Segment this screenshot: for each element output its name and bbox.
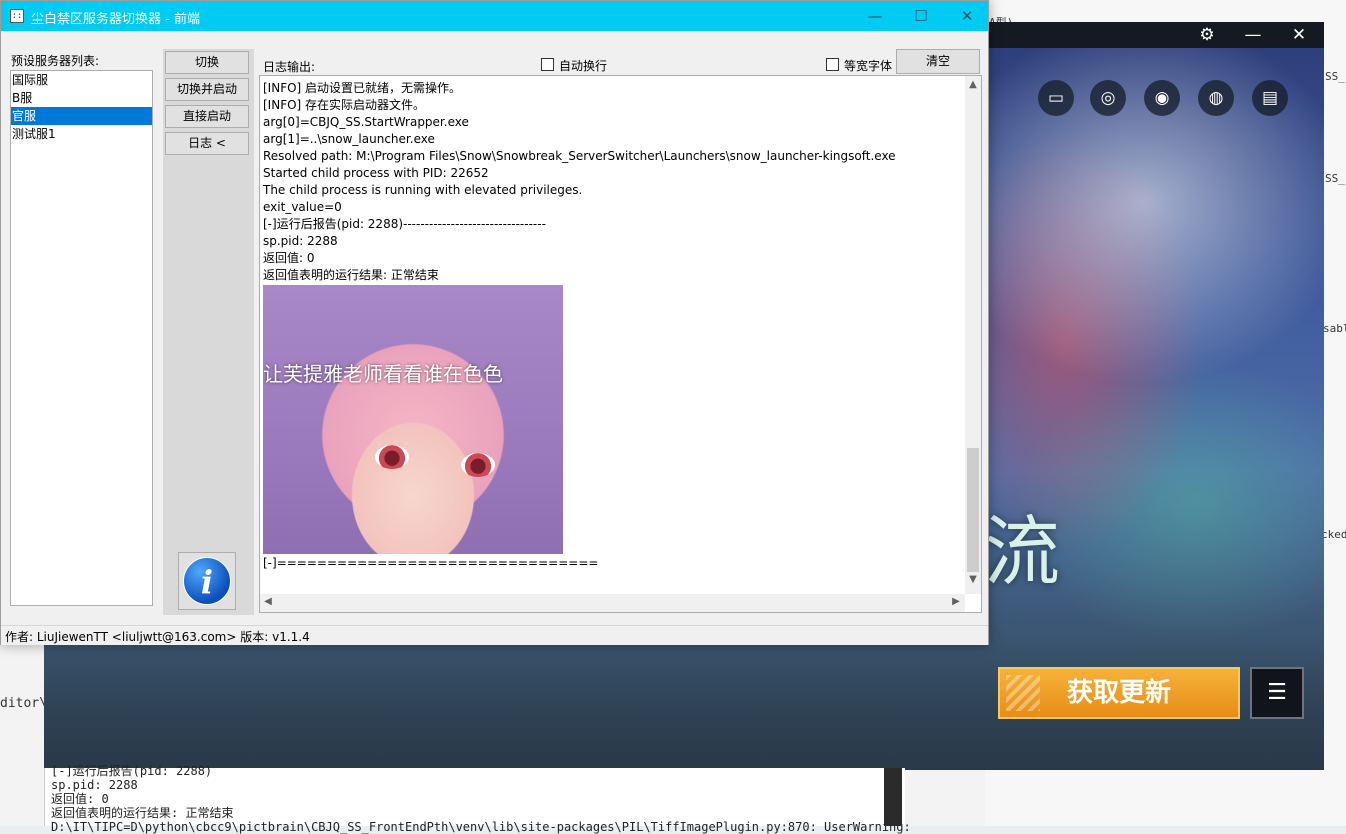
character-eye (375, 445, 409, 469)
weibo-icon[interactable]: ◍ (1198, 80, 1234, 116)
log-line: 返回值: 0 (263, 251, 315, 265)
server-item[interactable]: 国际服 (11, 71, 152, 89)
log-output[interactable]: [INFO] 启动设置已就绪，无需操作。 [INFO] 存在实际启动器文件。 a… (259, 75, 982, 613)
log-label: 日志输出: (263, 60, 316, 74)
close-button[interactable]: ✕ (944, 1, 990, 31)
log-line: exit_value=0 (263, 200, 342, 214)
log-toggle-button[interactable]: 日志 < (165, 132, 249, 155)
console-line: 返回值表明的运行结果: 正常结束 (51, 806, 234, 820)
minimize-icon[interactable]: — (1242, 25, 1264, 45)
horizontal-scrollbar[interactable]: ◀ ▶ (260, 594, 965, 612)
scroll-left-icon[interactable]: ◀ (260, 596, 276, 607)
switch-button[interactable]: 切换 (165, 51, 249, 74)
server-item[interactable]: B服 (11, 89, 152, 107)
log-line: Resolved path: M:\Program Files\Snow\Sno… (263, 149, 896, 163)
action-button-panel: 切换 切换并启动 直接启动 日志 < i (163, 49, 254, 615)
monitor-icon[interactable]: ▭ (1038, 80, 1074, 116)
background-scrollbar (884, 768, 902, 826)
log-line: arg[1]=..\snow_launcher.exe (263, 132, 435, 146)
edge-text: sabl (1323, 322, 1346, 335)
auto-wrap-label: 自动换行 (559, 59, 608, 73)
monospace-checkbox[interactable] (826, 58, 839, 71)
window-titlebar[interactable]: :: 尘白禁区服务器切换器 - 前端 — ☐ ✕ (1, 1, 988, 31)
log-line: sp.pid: 2288 (263, 234, 338, 248)
gear-icon[interactable]: ⚙ (1196, 25, 1218, 45)
log-line: arg[0]=CBJQ_SS.StartWrapper.exe (263, 115, 469, 129)
server-list-label: 预设服务器列表: (11, 54, 100, 68)
close-icon[interactable]: ✕ (1288, 25, 1310, 45)
author-version-text: 作者: LiuJiewenTT <liuljwtt@163.com> 版本: v… (5, 630, 310, 644)
scroll-right-icon[interactable]: ▶ (948, 596, 964, 607)
log-line: [INFO] 存在实际启动器文件。 (263, 98, 426, 112)
character-eye (461, 453, 495, 477)
background-console: [-]运行后报告(pid: 2288) sp.pid: 2288 返回值: 0 … (44, 764, 911, 834)
auto-wrap-checkbox[interactable] (541, 58, 554, 71)
image-caption: 让芙提雅老师看看谁在色色 (263, 362, 503, 386)
server-item[interactable]: 测试服1 (11, 125, 152, 143)
console-line: sp.pid: 2288 (51, 778, 138, 792)
qq-icon[interactable]: ◉ (1144, 80, 1180, 116)
wechat-icon[interactable]: ◎ (1090, 80, 1126, 116)
log-lines: [INFO] 启动设置已就绪，无需操作。 [INFO] 存在实际启动器文件。 a… (263, 80, 963, 284)
game-logo: 流 (984, 507, 1060, 596)
app-icon: :: (10, 9, 24, 23)
log-line: 返回值表明的运行结果: 正常结束 (263, 268, 439, 282)
server-list[interactable]: 国际服 B服 官服 测试服1 (10, 70, 153, 606)
scroll-down-icon[interactable]: ▼ (965, 574, 981, 585)
console-line: [-]运行后报告(pid: 2288) (51, 764, 213, 778)
launch-direct-button[interactable]: 直接启动 (165, 105, 249, 128)
edge-text: SS_ (1325, 70, 1345, 83)
info-button[interactable]: i (178, 552, 236, 610)
edge-text: ditor\ (0, 696, 47, 711)
window-title: 尘白禁区服务器切换器 - 前端 (31, 12, 200, 27)
console-line: D:\IT\TIPC=D\python\cbcc9\pictbrain\CBJQ… (51, 820, 911, 834)
maximize-button[interactable]: ☐ (898, 1, 944, 31)
monospace-label: 等宽字体 (844, 59, 893, 73)
info-icon: i (183, 557, 231, 605)
log-line: [-]运行后报告(pid: 2288)---------------------… (263, 217, 546, 231)
forum-icon[interactable]: ▤ (1252, 80, 1288, 116)
server-item-selected[interactable]: 官服 (11, 107, 152, 125)
clear-button[interactable]: 清空 (896, 49, 980, 74)
log-line: [INFO] 启动设置已就绪，无需操作。 (263, 81, 462, 95)
log-line: The child process is running with elevat… (263, 183, 583, 197)
list-icon[interactable]: ☰ (1250, 667, 1304, 719)
scroll-up-icon[interactable]: ▲ (965, 79, 981, 90)
minimize-button[interactable]: — (852, 1, 898, 31)
edge-text: SS_ (1325, 172, 1345, 185)
log-line: Started child process with PID: 22652 (263, 166, 489, 180)
edge-text: cked (1321, 528, 1346, 541)
log-meme-image: 让芙提雅老师看看谁在色色 (263, 285, 563, 554)
vertical-scrollbar[interactable]: ▲ ▼ (965, 76, 981, 594)
get-update-button[interactable]: 获取更新 (998, 667, 1240, 719)
console-line: 返回值: 0 (51, 792, 109, 806)
server-switcher-window: :: 尘白禁区服务器切换器 - 前端 — ☐ ✕ 预设服务器列表: 国际服 B服… (0, 0, 989, 645)
log-line: [-]================================ (263, 556, 599, 570)
switch-and-launch-button[interactable]: 切换并启动 (165, 78, 249, 101)
status-bar: 作者: LiuJiewenTT <liuljwtt@163.com> 版本: v… (1, 625, 988, 645)
scrollbar-thumb[interactable] (967, 448, 979, 572)
